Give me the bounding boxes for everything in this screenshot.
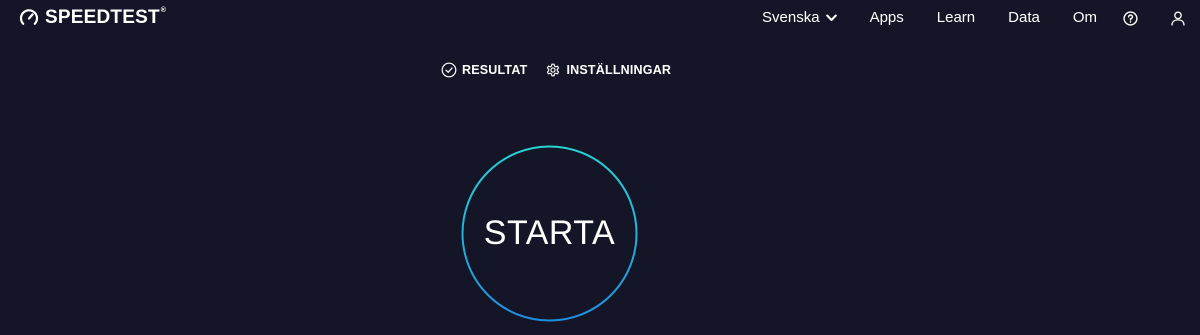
nav-apps-link[interactable]: Apps [870,8,904,28]
main-nav: Svenska Apps Learn Data Om [762,0,1200,36]
help-button[interactable] [1123,10,1138,26]
speedtest-page: SPEEDTEST® Svenska Apps Learn Data Om RE… [0,0,1200,335]
results-link[interactable]: RESULTAT [441,62,527,78]
nav-about-link[interactable]: Om [1073,8,1097,28]
trademark-symbol: ® [160,7,167,14]
check-circle-icon [441,62,457,78]
gear-icon [547,63,560,77]
top-header: SPEEDTEST® Svenska Apps Learn Data Om [0,0,1200,36]
start-test-button[interactable]: STARTA [461,145,638,322]
results-label: RESULTAT [462,63,528,77]
settings-label: INSTÄLLNINGAR [566,63,672,77]
language-selector[interactable]: Svenska [762,8,837,28]
speedtest-logo[interactable]: SPEEDTEST® [19,7,166,29]
question-circle-icon [1123,10,1138,26]
speedometer-icon [19,9,39,25]
language-label: Svenska [762,9,820,26]
results-settings-nav: RESULTAT INSTÄLLNINGAR [441,60,671,80]
nav-learn-link[interactable]: Learn [937,8,975,28]
logo-text: SPEEDTEST® [45,7,167,28]
start-label: STARTA [483,214,616,252]
nav-data-link[interactable]: Data [1008,8,1040,28]
chevron-down-icon [825,14,837,21]
settings-link[interactable]: INSTÄLLNINGAR [545,62,671,78]
user-icon [1171,11,1185,26]
user-account-button[interactable] [1171,11,1185,26]
